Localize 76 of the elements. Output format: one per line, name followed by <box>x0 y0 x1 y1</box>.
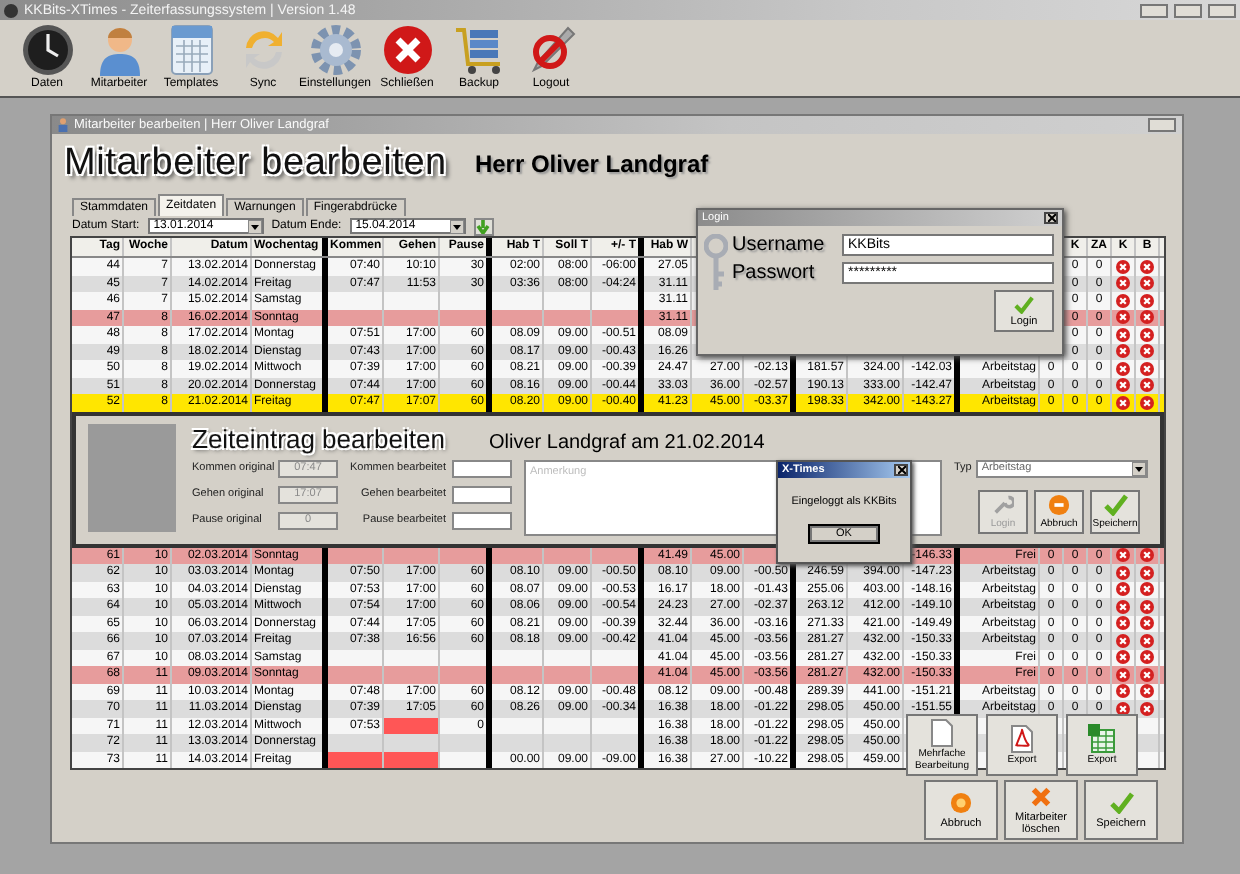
page-heading: Mitarbeiter bearbeiten <box>64 142 447 186</box>
x-circle-icon[interactable] <box>1140 633 1154 648</box>
x-circle-icon[interactable] <box>1116 650 1130 665</box>
x-circle-icon[interactable] <box>1116 293 1130 308</box>
x-circle-icon[interactable] <box>1140 616 1154 631</box>
x-circle-icon[interactable] <box>1116 361 1130 376</box>
pdf-file-icon <box>1010 723 1034 754</box>
employee-name: Herr Oliver Landgraf <box>474 150 709 178</box>
x-circle-icon[interactable] <box>1140 667 1154 682</box>
x-circle-icon[interactable] <box>1116 565 1130 580</box>
minimize-button[interactable] <box>1140 3 1168 17</box>
input-field[interactable] <box>452 459 512 477</box>
wrench-icon <box>992 493 1014 515</box>
clock-icon <box>21 24 73 76</box>
cancel-icon <box>950 791 972 813</box>
x-circle-icon[interactable] <box>1140 599 1154 614</box>
x-circle-icon[interactable] <box>1116 616 1130 631</box>
x-circle-icon[interactable] <box>1140 310 1154 325</box>
x-circle-icon[interactable] <box>1116 599 1130 614</box>
x-circle-icon[interactable] <box>1140 378 1154 393</box>
x-circle-icon[interactable] <box>1140 361 1154 376</box>
x-circle-icon[interactable] <box>1140 293 1154 308</box>
x-circle-icon[interactable] <box>1116 276 1130 291</box>
photo-placeholder <box>88 423 176 531</box>
panel-subtitle: Oliver Landgraf am 21.02.2014 <box>488 431 765 453</box>
x-circle-icon[interactable] <box>1116 395 1130 410</box>
check-icon <box>1103 493 1127 515</box>
x-circle-icon[interactable] <box>1140 582 1154 597</box>
x-icon <box>1030 785 1052 807</box>
document-icon <box>930 718 954 748</box>
x-circle-icon[interactable] <box>1116 633 1130 648</box>
input-field[interactable] <box>452 485 512 503</box>
x-circle-icon[interactable] <box>1116 548 1130 563</box>
close-button[interactable] <box>894 463 908 475</box>
dropdown-arrow-icon <box>449 219 464 233</box>
check-icon <box>1014 295 1034 313</box>
x-circle-icon[interactable] <box>1116 701 1130 716</box>
dropdown-arrow-icon <box>247 219 262 233</box>
dropdown-arrow-icon <box>1131 461 1146 475</box>
x-circle-icon[interactable] <box>1140 344 1154 359</box>
x-circle-icon[interactable] <box>1116 259 1130 274</box>
x-circle-icon[interactable] <box>1116 327 1130 342</box>
person-icon <box>58 118 68 132</box>
key-icon <box>704 234 728 294</box>
cancel-icon <box>1048 493 1070 515</box>
x-circle-icon[interactable] <box>1140 276 1154 291</box>
maximize-button[interactable] <box>1174 3 1202 17</box>
calendar-icon <box>169 24 213 76</box>
x-circle-icon[interactable] <box>1140 259 1154 274</box>
x-circle-icon[interactable] <box>1140 395 1154 410</box>
input-field[interactable] <box>452 511 512 529</box>
check-icon <box>1109 791 1133 813</box>
close-button[interactable] <box>1044 212 1058 224</box>
arrow-icon <box>476 219 491 233</box>
x-circle-icon[interactable] <box>1116 378 1130 393</box>
x-circle-icon[interactable] <box>1116 667 1130 682</box>
x-circle-icon[interactable] <box>1140 701 1154 716</box>
pencil-icon <box>527 24 575 76</box>
panel-heading: Zeiteintrag bearbeiten <box>192 423 445 453</box>
spreadsheet-icon <box>1088 723 1116 754</box>
x-circle-icon[interactable] <box>1140 327 1154 342</box>
x-circle-icon[interactable] <box>1116 310 1130 325</box>
x-circle-icon[interactable] <box>1140 548 1154 563</box>
x-circle-icon[interactable] <box>1116 684 1130 699</box>
x-circle-icon[interactable] <box>1116 344 1130 359</box>
close-icon <box>381 24 433 76</box>
x-circle-icon[interactable] <box>1116 582 1130 597</box>
x-circle-icon[interactable] <box>1140 684 1154 699</box>
cart-icon <box>453 24 505 76</box>
app-icon <box>4 3 18 17</box>
person-icon <box>95 24 143 76</box>
refresh-button[interactable] <box>473 217 494 235</box>
username-label: Username <box>732 234 827 256</box>
settings-icon <box>309 24 361 76</box>
x-circle-icon[interactable] <box>1140 650 1154 665</box>
x-circle-icon[interactable] <box>1140 565 1154 580</box>
